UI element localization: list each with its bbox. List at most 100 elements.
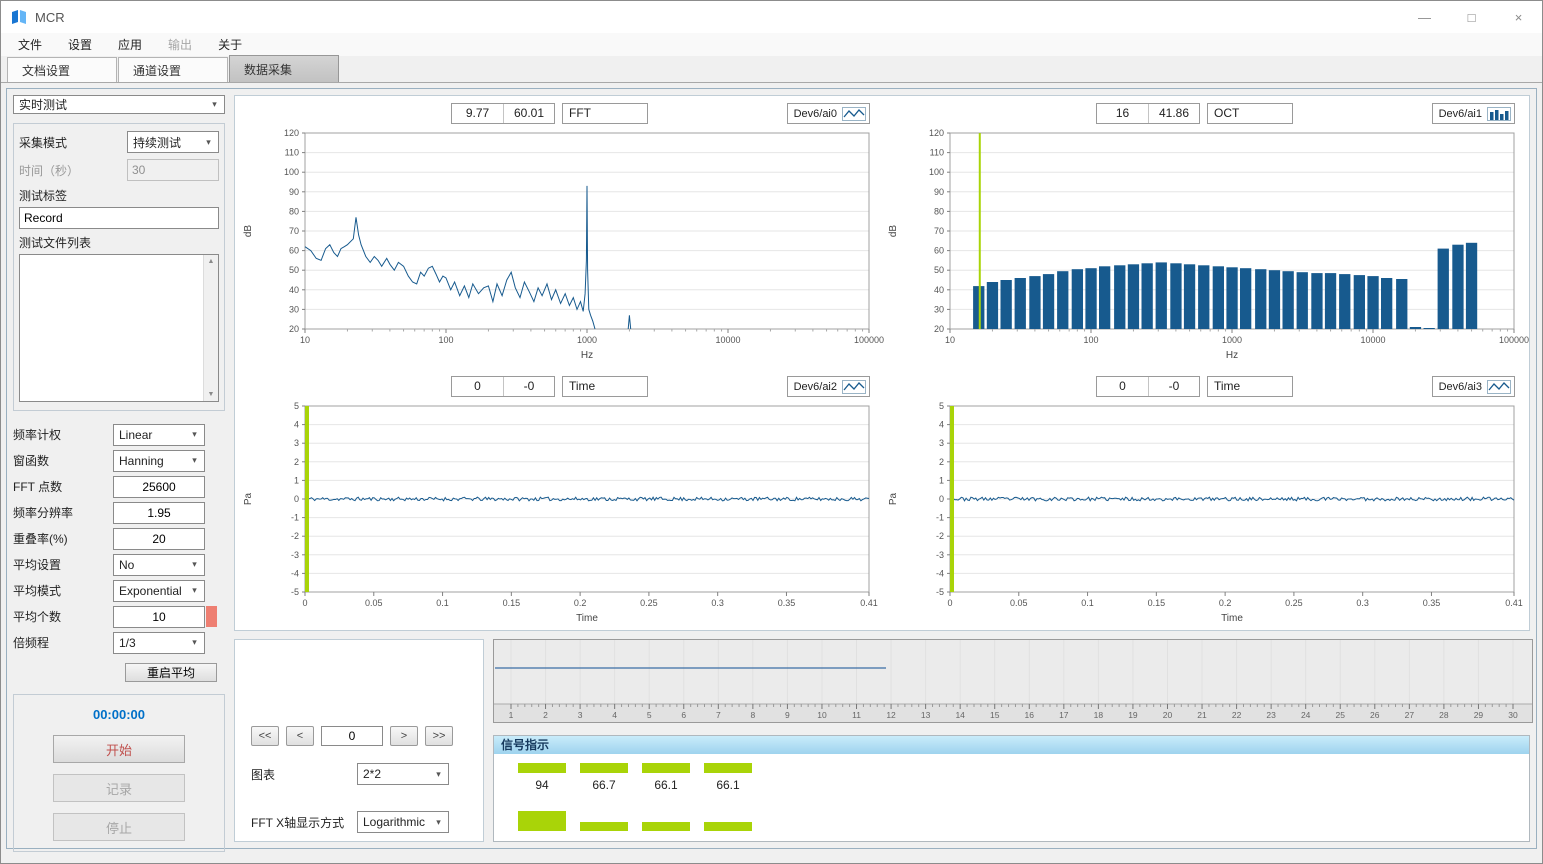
scroll-down-icon[interactable]: ▼ (204, 388, 218, 401)
average-setting-select[interactable]: No▾ (113, 554, 205, 576)
svg-text:25: 25 (1336, 710, 1346, 720)
svg-text:0.15: 0.15 (1148, 598, 1166, 608)
svg-text:0.1: 0.1 (1081, 598, 1094, 608)
menu-item-4[interactable]: 关于 (205, 34, 255, 55)
close-button[interactable]: × (1495, 1, 1542, 33)
cursor-y-value: 41.86 (1148, 104, 1199, 123)
window-function-select-value: Hanning (119, 454, 185, 468)
svg-text:90: 90 (289, 187, 299, 197)
test-label-input[interactable] (19, 207, 219, 229)
time-seconds-label: 时间（秒） (19, 162, 117, 179)
record-timeline[interactable]: 1234567891011121314151617181920212223242… (493, 639, 1530, 726)
tab-channel-settings[interactable]: 通道设置 (118, 57, 228, 82)
test-file-list[interactable]: ▲ ▼ (19, 254, 219, 402)
param-row-frequency-resolution: 频率分辨率 (13, 501, 225, 524)
start-button[interactable]: 开始 (53, 735, 185, 763)
svg-text:20: 20 (1163, 710, 1173, 720)
app-window: MCR — □ × 文件设置应用输出关于 文档设置通道设置数据采集 实时测试 ▾… (0, 0, 1543, 864)
signal-panel: 信号指示 9466.766.166.1 (493, 735, 1530, 842)
app-logo-icon (11, 9, 27, 25)
time-chart-ai3-plot[interactable]: -5-4-3-2-101234500.050.10.150.20.250.30.… (882, 400, 1526, 628)
sidebar: 实时测试 ▾ 采集模式 持续测试 ▾ 时间（秒） 测试标签 测试文件列表 (13, 95, 225, 842)
svg-text:1: 1 (294, 475, 299, 485)
channel-selector[interactable]: Dev6/ai2 (787, 376, 870, 397)
alert-indicator (206, 606, 217, 627)
first-page-button[interactable]: << (251, 726, 279, 746)
svg-text:120: 120 (929, 128, 944, 138)
channel-selector[interactable]: Dev6/ai0 (787, 103, 870, 124)
fft-chart-header: 9.7760.01FFTDev6/ai0 (451, 102, 870, 125)
svg-text:9: 9 (785, 710, 790, 720)
acq-mode-select[interactable]: 持续测试 ▾ (127, 131, 219, 153)
average-count-input[interactable] (113, 606, 205, 628)
svg-text:80: 80 (934, 206, 944, 216)
average-mode-select[interactable]: Exponential▾ (113, 580, 205, 602)
svg-text:0.1: 0.1 (436, 598, 449, 608)
svg-text:10: 10 (945, 335, 955, 345)
overlap-percent-input[interactable] (113, 528, 205, 550)
frequency-weighting-select-value: Linear (119, 428, 185, 442)
param-row-average-mode: 平均模式Exponential▾ (13, 579, 225, 602)
param-row-frequency-weighting: 频率计权Linear▾ (13, 423, 225, 446)
channel-selector[interactable]: Dev6/ai3 (1432, 376, 1515, 397)
scrollbar[interactable]: ▲ ▼ (203, 255, 218, 401)
channel-selector[interactable]: Dev6/ai1 (1432, 103, 1515, 124)
svg-text:120: 120 (284, 128, 299, 138)
svg-text:10: 10 (300, 335, 310, 345)
signal-level-bar (580, 822, 628, 831)
fft-xaxis-label: FFT X轴显示方式 (251, 814, 357, 831)
oct-chart-plot[interactable]: 2030405060708090100110120101001000100001… (882, 127, 1526, 365)
svg-text:6: 6 (681, 710, 686, 720)
param-row-average-count: 平均个数 (13, 605, 225, 628)
cursor-y-value: -0 (503, 377, 554, 396)
menu-item-1[interactable]: 设置 (55, 34, 105, 55)
frequency-weighting-select[interactable]: Linear▾ (113, 424, 205, 446)
maximize-button[interactable]: □ (1448, 1, 1495, 33)
svg-text:Hz: Hz (581, 350, 593, 361)
signal-panel-title: 信号指示 (494, 736, 1529, 754)
signal-level-bar (704, 763, 752, 773)
fft-points-input[interactable] (113, 476, 205, 498)
svg-text:40: 40 (934, 285, 944, 295)
octave-fraction-select[interactable]: 1/3▾ (113, 632, 205, 654)
scroll-up-icon[interactable]: ▲ (204, 255, 218, 268)
signal-level-bar (580, 763, 628, 773)
fft-chart-plot[interactable]: 2030405060708090100110120101001000100001… (237, 127, 881, 365)
chart-layout-select[interactable]: 2*2 ▾ (357, 763, 449, 785)
svg-text:3: 3 (294, 438, 299, 448)
file-list-label: 测试文件列表 (19, 234, 219, 251)
menu-item-2[interactable]: 应用 (105, 34, 155, 55)
run-control-group: 00:00:00 开始记录停止 (13, 694, 225, 852)
tab-data-acquisition[interactable]: 数据采集 (229, 55, 339, 82)
last-page-button[interactable]: >> (425, 726, 453, 746)
time-chart-ai2-plot[interactable]: -5-4-3-2-101234500.050.10.150.20.250.30.… (237, 400, 881, 628)
svg-text:-2: -2 (936, 531, 944, 541)
next-page-button[interactable]: > (390, 726, 418, 746)
prev-page-button[interactable]: < (286, 726, 314, 746)
channel-name: Dev6/ai2 (794, 381, 837, 393)
menu-item-0[interactable]: 文件 (5, 34, 55, 55)
window-function-select[interactable]: Hanning▾ (113, 450, 205, 472)
cursor-readout: 0-0 (1096, 376, 1200, 397)
timeline-plot[interactable]: 1234567891011121314151617181920212223242… (493, 639, 1533, 723)
fft-xaxis-select[interactable]: Logarithmic ▾ (357, 811, 449, 833)
svg-text:110: 110 (930, 148, 944, 158)
svg-text:1000: 1000 (1222, 335, 1242, 345)
page-number-input[interactable] (321, 726, 383, 746)
minimize-button[interactable]: — (1401, 1, 1448, 33)
svg-text:100000: 100000 (1499, 335, 1529, 345)
restart-average-button[interactable]: 重启平均 (125, 663, 217, 682)
svg-text:7: 7 (716, 710, 721, 720)
stop-button[interactable]: 停止 (53, 813, 185, 841)
frequency-resolution-input[interactable] (113, 502, 205, 524)
record-button[interactable]: 记录 (53, 774, 185, 802)
average-count-label: 平均个数 (13, 608, 113, 625)
line-chart-icon (842, 380, 866, 394)
svg-text:5: 5 (647, 710, 652, 720)
test-mode-select[interactable]: 实时测试 ▾ (13, 95, 225, 114)
svg-text:13: 13 (921, 710, 931, 720)
time-chart-ai3: 0-0TimeDev6/ai3-5-4-3-2-101234500.050.10… (882, 371, 1527, 628)
tab-document-settings[interactable]: 文档设置 (7, 57, 117, 82)
chevron-down-icon: ▾ (207, 99, 222, 110)
svg-text:10000: 10000 (715, 335, 740, 345)
